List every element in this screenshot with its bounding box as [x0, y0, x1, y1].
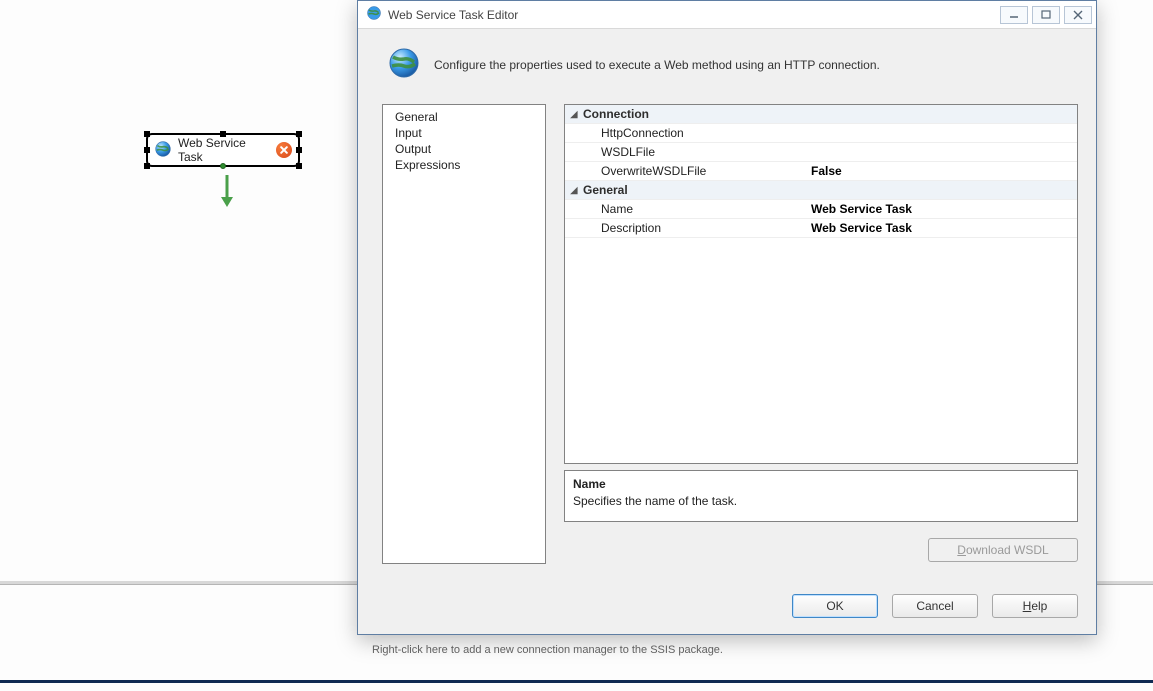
property-row[interactable]: WSDLFile [565, 143, 1077, 162]
dialog-header: Configure the properties used to execute… [358, 29, 1096, 104]
property-row[interactable]: NameWeb Service Task [565, 200, 1077, 219]
minimize-button[interactable] [1000, 6, 1028, 24]
property-help-name: Name [573, 477, 1069, 491]
web-service-task-editor-dialog: Web Service Task Editor [357, 0, 1097, 635]
dialog-title: Web Service Task Editor [388, 8, 518, 22]
resize-handle[interactable] [296, 131, 302, 137]
property-category[interactable]: ◢Connection [565, 105, 1077, 124]
collapse-icon[interactable]: ◢ [565, 105, 583, 123]
resize-handle[interactable] [296, 163, 302, 169]
dialog-nav-list[interactable]: GeneralInputOutputExpressions [382, 104, 546, 564]
resize-handle[interactable] [144, 131, 150, 137]
globe-icon [366, 5, 382, 24]
property-value[interactable]: False [805, 162, 1077, 180]
category-name: General [583, 181, 805, 199]
cancel-button[interactable]: Cancel [892, 594, 978, 618]
property-row[interactable]: HttpConnection [565, 124, 1077, 143]
property-name: OverwriteWSDLFile [583, 162, 805, 180]
property-row[interactable]: DescriptionWeb Service Task [565, 219, 1077, 238]
dialog-titlebar[interactable]: Web Service Task Editor [358, 1, 1096, 29]
globe-icon [154, 140, 172, 161]
globe-icon [388, 47, 420, 82]
property-name: Description [583, 219, 805, 237]
error-icon [276, 142, 292, 158]
property-category[interactable]: ◢General [565, 181, 1077, 200]
property-grid[interactable]: ◢ConnectionHttpConnectionWSDLFileOverwri… [564, 104, 1078, 464]
resize-handle[interactable] [220, 131, 226, 137]
dialog-description: Configure the properties used to execute… [434, 58, 880, 72]
maximize-button[interactable] [1032, 6, 1060, 24]
connection-managers-hint: Right-click here to add a new connection… [372, 644, 723, 656]
nav-item-output[interactable]: Output [383, 141, 545, 157]
property-value[interactable]: Web Service Task [805, 200, 1077, 218]
nav-item-expressions[interactable]: Expressions [383, 157, 545, 173]
property-value[interactable]: Web Service Task [805, 219, 1077, 237]
output-connector[interactable] [220, 163, 226, 169]
collapse-icon[interactable]: ◢ [565, 181, 583, 199]
resize-handle[interactable] [144, 147, 150, 153]
property-row[interactable]: OverwriteWSDLFileFalse [565, 162, 1077, 181]
category-name: Connection [583, 105, 805, 123]
resize-handle[interactable] [296, 147, 302, 153]
property-help-desc: Specifies the name of the task. [573, 494, 1069, 508]
property-value[interactable] [805, 143, 1077, 161]
property-name: Name [583, 200, 805, 218]
dialog-footer: OK Cancel Help [358, 576, 1096, 634]
property-value[interactable] [805, 124, 1077, 142]
property-help-pane: Name Specifies the name of the task. [564, 470, 1078, 522]
ok-button[interactable]: OK [792, 594, 878, 618]
download-wsdl-label: ownload WSDL [966, 543, 1049, 557]
task-node-label: Web Service Task [178, 136, 270, 164]
precedence-arrow[interactable] [218, 173, 236, 209]
help-button[interactable]: Help [992, 594, 1078, 618]
download-wsdl-button[interactable]: Download WSDL [928, 538, 1078, 562]
property-name: WSDLFile [583, 143, 805, 161]
resize-handle[interactable] [144, 163, 150, 169]
close-button[interactable] [1064, 6, 1092, 24]
web-service-task-node[interactable]: Web Service Task [146, 133, 300, 167]
nav-item-input[interactable]: Input [383, 125, 545, 141]
nav-item-general[interactable]: General [383, 109, 545, 125]
property-name: HttpConnection [583, 124, 805, 142]
